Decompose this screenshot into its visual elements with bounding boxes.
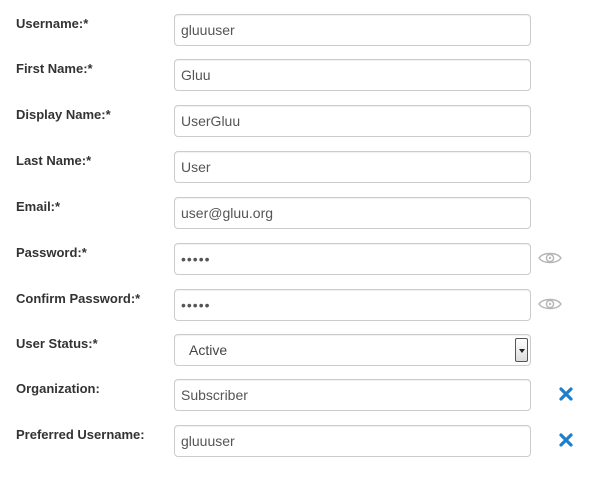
password-input[interactable] <box>174 243 531 275</box>
user-status-label: User Status:* <box>16 336 98 351</box>
email-row: Email:* <box>0 197 590 229</box>
display-name-input[interactable] <box>174 105 531 137</box>
first-name-input[interactable] <box>174 59 531 91</box>
organization-input[interactable] <box>174 379 531 411</box>
first-name-row: First Name:* <box>0 59 590 91</box>
user-form: Username:* First Name:* Display Name:* L… <box>0 0 590 482</box>
username-input[interactable] <box>174 14 531 46</box>
confirm-password-input[interactable] <box>174 289 531 321</box>
eye-icon[interactable] <box>538 250 562 266</box>
organization-row: Organization: <box>0 379 590 411</box>
remove-icon[interactable] <box>559 433 573 447</box>
preferred-username-input[interactable] <box>174 425 531 457</box>
organization-label: Organization: <box>16 381 100 396</box>
preferred-username-row: Preferred Username: <box>0 425 590 457</box>
preferred-username-label: Preferred Username: <box>16 427 145 442</box>
user-status-row: User Status:* Active <box>0 334 590 366</box>
last-name-label: Last Name:* <box>16 153 92 168</box>
first-name-label: First Name:* <box>16 61 93 76</box>
last-name-input[interactable] <box>174 151 531 183</box>
user-status-select[interactable]: Active <box>174 334 531 366</box>
display-name-label: Display Name:* <box>16 107 111 122</box>
display-name-row: Display Name:* <box>0 105 590 137</box>
username-label: Username:* <box>16 16 89 31</box>
email-input[interactable] <box>174 197 531 229</box>
eye-icon[interactable] <box>538 296 562 312</box>
user-status-value: Active <box>189 342 228 358</box>
chevron-down-icon[interactable] <box>515 338 528 362</box>
confirm-password-row: Confirm Password:* <box>0 289 590 321</box>
username-row: Username:* <box>0 14 590 46</box>
confirm-password-label: Confirm Password:* <box>16 291 141 306</box>
password-label: Password:* <box>16 245 87 260</box>
password-row: Password:* <box>0 243 590 275</box>
remove-icon[interactable] <box>559 387 573 401</box>
email-label: Email:* <box>16 199 61 214</box>
last-name-row: Last Name:* <box>0 151 590 183</box>
